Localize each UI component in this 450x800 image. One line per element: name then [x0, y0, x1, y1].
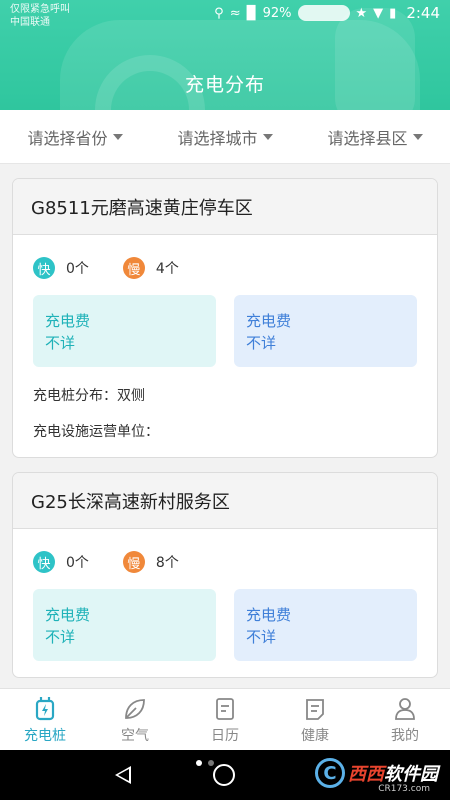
- clock: 2:44: [406, 4, 440, 22]
- tab-label: 充电桩: [24, 728, 66, 744]
- notification-pill: [297, 5, 350, 21]
- station-card[interactable]: G25长深高速新村服务区 快 0个 慢 8个 充电费 不详 充电费 不详: [12, 472, 438, 678]
- tab-calendar[interactable]: 日历: [180, 689, 270, 750]
- station-card[interactable]: G8511元磨高速黄庄停车区 快 0个 慢 4个 充电费 不详 充电费 不详 充…: [12, 178, 438, 458]
- page-dots-icon: [196, 760, 202, 766]
- charger-counts: 快 0个 慢 8个: [33, 549, 417, 575]
- health-icon: [306, 699, 324, 720]
- carrier-line-1: 仅限紧急呼叫: [10, 4, 70, 15]
- tab-air[interactable]: 空气: [90, 689, 180, 750]
- calendar-icon: [216, 698, 234, 720]
- carrier-line-2: 中国联通: [10, 17, 50, 28]
- city-select-label: 请选择城市: [177, 128, 258, 148]
- tab-health[interactable]: 健康: [270, 689, 360, 750]
- county-select-label: 请选择县区: [327, 128, 408, 148]
- fee-boxes: 充电费 不详 充电费 不详: [33, 295, 417, 367]
- home-icon[interactable]: [213, 764, 235, 786]
- watermark-url: CR173.com: [378, 784, 430, 794]
- fee-label: 充电费: [45, 312, 91, 330]
- battery-percent: 92%: [262, 5, 292, 21]
- province-select[interactable]: 请选择省份: [27, 125, 123, 149]
- fast-fee-box: 充电费 不详: [33, 295, 216, 367]
- fast-fee-box: 充电费 不详: [33, 589, 216, 661]
- fast-count-value: 0个: [66, 261, 89, 277]
- station-details: 快 0个 慢 4个 充电费 不详 充电费 不详 充电桩分布：双侧 充电设施运营单…: [13, 235, 437, 457]
- watermark-brand-b: 软件园: [384, 764, 438, 785]
- county-select[interactable]: 请选择县区: [327, 125, 423, 149]
- bottom-tab-bar: 充电桩 空气 日历 健康 我的: [0, 688, 450, 750]
- status-icons: ⚲ ≈ ▉ 92% ★ ▼ ▮ 2:44: [214, 4, 440, 22]
- leaf-icon: [125, 699, 145, 719]
- signal-icon: ▉: [246, 5, 257, 21]
- slow-count-value: 4个: [155, 261, 179, 277]
- star-icon: ★: [355, 5, 368, 21]
- slow-charger-count: 慢 8个: [122, 551, 179, 573]
- fast-charger-count: 快 0个: [33, 551, 89, 573]
- status-bar: 仅限紧急呼叫 中国联通 ⚲ ≈ ▉ 92% ★ ▼ ▮ 2:44: [0, 0, 450, 28]
- fee-label: 充电费: [246, 312, 292, 330]
- slow-badge-icon: 慢: [122, 551, 145, 573]
- slow-fee-box: 充电费 不详: [234, 295, 417, 367]
- tab-label: 空气: [121, 728, 149, 744]
- watermark-brand: 西西软件园: [348, 760, 438, 786]
- tab-label: 日历: [211, 728, 239, 744]
- watermark-brand-a: 西西: [348, 764, 384, 785]
- charger-icon: [35, 697, 55, 721]
- tab-label: 健康: [301, 728, 329, 744]
- fee-value: 不详: [45, 334, 76, 352]
- city-select[interactable]: 请选择城市: [177, 125, 273, 149]
- fee-boxes: 充电费 不详 充电费 不详: [33, 589, 417, 661]
- back-icon[interactable]: [115, 766, 131, 784]
- wifi-signal-icon: ▼: [373, 5, 384, 21]
- wifi-icon: ≈: [229, 5, 241, 21]
- slow-charger-count: 慢 4个: [122, 257, 179, 279]
- slow-count-value: 8个: [155, 555, 179, 571]
- province-select-label: 请选择省份: [27, 128, 108, 148]
- slow-fee-box: 充电费 不详: [234, 589, 417, 661]
- tab-label: 我的: [391, 728, 419, 744]
- fee-value: 不详: [246, 334, 277, 352]
- fee-label: 充电费: [45, 606, 91, 624]
- carrier-text: 仅限紧急呼叫 中国联通: [10, 3, 70, 29]
- distribution-info: 充电桩分布：双侧: [33, 388, 145, 404]
- fee-value: 不详: [246, 628, 277, 646]
- fast-badge-icon: 快: [33, 257, 55, 279]
- station-details: 快 0个 慢 8个 充电费 不详 充电费 不详: [13, 529, 437, 677]
- user-icon: [395, 698, 415, 720]
- caret-down-icon: [262, 133, 273, 140]
- region-filter-bar: 请选择省份 请选择城市 请选择县区: [0, 110, 450, 164]
- operator-info: 充电设施运营单位：: [33, 424, 159, 440]
- fast-charger-count: 快 0个: [33, 257, 89, 279]
- charger-counts: 快 0个 慢 4个: [33, 255, 417, 281]
- page-title: 充电分布: [184, 74, 265, 96]
- station-name: G25长深高速新村服务区: [13, 473, 437, 529]
- slow-badge-icon: 慢: [122, 257, 145, 279]
- station-list[interactable]: G8511元磨高速黄庄停车区 快 0个 慢 4个 充电费 不详 充电费 不详 充…: [0, 164, 450, 688]
- fast-count-value: 0个: [66, 555, 89, 571]
- caret-down-icon: [112, 133, 123, 140]
- tab-profile[interactable]: 我的: [360, 689, 450, 750]
- tab-charger[interactable]: 充电桩: [0, 689, 90, 750]
- watermark-c-icon: C: [315, 758, 345, 788]
- caret-down-icon: [412, 133, 423, 140]
- location-icon: ⚲: [214, 5, 224, 21]
- fee-label: 充电费: [246, 606, 292, 624]
- fast-badge-icon: 快: [33, 551, 55, 573]
- battery-icon: ▮: [389, 5, 397, 21]
- header-banner: 仅限紧急呼叫 中国联通 ⚲ ≈ ▉ 92% ★ ▼ ▮ 2:44 充电分布: [0, 0, 450, 110]
- fee-value: 不详: [45, 628, 76, 646]
- station-name: G8511元磨高速黄庄停车区: [13, 179, 437, 235]
